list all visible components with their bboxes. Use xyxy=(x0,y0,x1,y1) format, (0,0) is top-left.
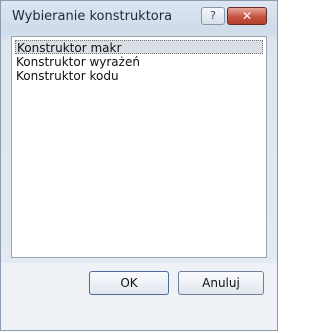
list-item[interactable]: Konstruktor makr xyxy=(15,40,263,55)
ok-button[interactable]: OK xyxy=(89,271,169,295)
dialog-window: Wybieranie konstruktora ? ✕ Konstruktor … xyxy=(0,0,278,331)
builder-listbox[interactable]: Konstruktor makr Konstruktor wyrażeń Kon… xyxy=(11,36,267,258)
dialog-title: Wybieranie konstruktora xyxy=(12,9,173,24)
list-item[interactable]: Konstruktor kodu xyxy=(15,69,176,83)
help-button[interactable]: ? xyxy=(201,7,225,25)
list-item[interactable]: Konstruktor wyrażeń xyxy=(15,55,176,69)
close-icon: ✕ xyxy=(241,9,253,23)
cancel-button[interactable]: Anuluj xyxy=(178,271,264,295)
help-icon: ? xyxy=(210,9,216,22)
close-button[interactable]: ✕ xyxy=(227,7,267,25)
